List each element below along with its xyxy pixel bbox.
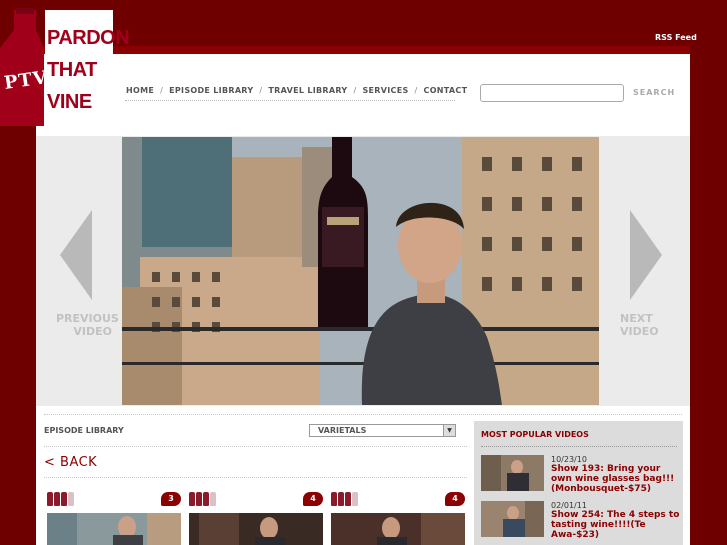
nav-separator: / bbox=[259, 86, 263, 95]
popular-thumbnail-image bbox=[481, 501, 544, 537]
episode-thumbnail-image bbox=[189, 513, 323, 545]
library-divider bbox=[44, 446, 467, 447]
previous-label-line2: VIDEO bbox=[73, 325, 112, 338]
previous-video-link[interactable]: PREVIOUS VIDEO bbox=[56, 312, 119, 338]
wine-bottle-icon bbox=[331, 492, 337, 506]
episode-card[interactable]: 3 bbox=[47, 492, 181, 545]
popular-video-item[interactable]: 10/23/10 Show 193: Bring your own wine g… bbox=[481, 455, 681, 495]
main-nav: HOME / EPISODE LIBRARY / TRAVEL LIBRARY … bbox=[126, 86, 467, 95]
episode-thumbnail[interactable] bbox=[331, 513, 465, 545]
wine-bottle-icon bbox=[345, 492, 351, 506]
popular-video-item[interactable]: 02/01/11 Show 254: The 4 steps to tastin… bbox=[481, 501, 681, 541]
logo-word-2: THAT bbox=[47, 59, 97, 81]
header-top-bar bbox=[36, 46, 690, 54]
comment-count-badge: 3 bbox=[161, 492, 181, 506]
wine-bottle-icon bbox=[68, 492, 74, 506]
popular-video-date: 02/01/11 bbox=[551, 501, 587, 510]
rating-bottles bbox=[331, 492, 358, 506]
chevron-down-icon: ▼ bbox=[443, 425, 455, 436]
popular-video-title[interactable]: Show 193: Bring your own wine glasses ba… bbox=[551, 464, 683, 494]
next-label-line1: NEXT bbox=[620, 312, 653, 325]
episode-library-title: EPISODE LIBRARY bbox=[44, 426, 124, 435]
dropdown-selected-value: VARIETALS bbox=[318, 426, 367, 435]
nav-separator: / bbox=[353, 86, 357, 95]
back-link[interactable]: < BACK bbox=[44, 455, 97, 470]
episode-card[interactable]: 4 bbox=[331, 492, 465, 545]
nav-separator: / bbox=[414, 86, 418, 95]
video-frame-image bbox=[122, 137, 599, 405]
library-divider bbox=[44, 477, 467, 478]
popular-video-thumbnail[interactable] bbox=[481, 455, 544, 491]
comment-count-badge: 4 bbox=[303, 492, 323, 506]
nav-contact[interactable]: CONTACT bbox=[424, 86, 468, 95]
rating-bottles bbox=[47, 492, 74, 506]
wine-bottle-icon bbox=[352, 492, 358, 506]
previous-arrow-icon[interactable] bbox=[60, 210, 92, 300]
episode-thumbnail-image bbox=[331, 513, 465, 545]
episode-thumbnail[interactable] bbox=[47, 513, 181, 545]
popular-video-thumbnail[interactable] bbox=[481, 501, 544, 537]
wine-bottle-icon bbox=[338, 492, 344, 506]
wine-bottle-icon bbox=[189, 492, 195, 506]
nav-separator: / bbox=[160, 86, 164, 95]
nav-services[interactable]: SERVICES bbox=[362, 86, 408, 95]
previous-label-line1: PREVIOUS bbox=[56, 312, 119, 325]
nav-home[interactable]: HOME bbox=[126, 86, 154, 95]
logo-word-3: VINE bbox=[47, 91, 92, 113]
content-divider bbox=[44, 414, 682, 415]
site-logo[interactable]: PARDON THAT VINE PTV bbox=[0, 8, 130, 128]
popular-thumbnail-image bbox=[481, 455, 544, 491]
popular-divider bbox=[481, 446, 677, 447]
search-button[interactable]: SEARCH bbox=[633, 88, 675, 97]
wine-bottle-icon bbox=[203, 492, 209, 506]
episode-thumbnail[interactable] bbox=[189, 513, 323, 545]
comment-count-badge: 4 bbox=[445, 492, 465, 506]
episode-card[interactable]: 4 bbox=[189, 492, 323, 545]
popular-video-title[interactable]: Show 254: The 4 steps to tasting wine!!!… bbox=[551, 510, 683, 540]
search-input[interactable] bbox=[480, 84, 624, 102]
popular-video-date: 10/23/10 bbox=[551, 455, 587, 464]
next-arrow-icon[interactable] bbox=[630, 210, 662, 300]
wine-bottle-icon bbox=[210, 492, 216, 506]
next-label-line2: VIDEO bbox=[620, 325, 659, 338]
popular-videos-title: MOST POPULAR VIDEOS bbox=[481, 430, 589, 439]
rss-feed-link[interactable]: RSS Feed bbox=[655, 33, 697, 42]
next-video-link[interactable]: NEXT VIDEO bbox=[620, 312, 676, 338]
rating-bottles bbox=[189, 492, 216, 506]
nav-divider bbox=[125, 100, 455, 101]
wine-bottle-icon bbox=[54, 492, 60, 506]
nav-episode-library[interactable]: EPISODE LIBRARY bbox=[169, 86, 253, 95]
varietals-dropdown[interactable]: VARIETALS ▼ bbox=[309, 424, 456, 437]
nav-travel-library[interactable]: TRAVEL LIBRARY bbox=[268, 86, 347, 95]
wine-bottle-icon bbox=[196, 492, 202, 506]
logo-word-1: PARDON bbox=[47, 27, 130, 49]
video-player[interactable] bbox=[122, 137, 599, 405]
episode-thumbnail-image bbox=[47, 513, 181, 545]
wine-bottle-icon bbox=[61, 492, 67, 506]
wine-bottle-icon bbox=[47, 492, 53, 506]
